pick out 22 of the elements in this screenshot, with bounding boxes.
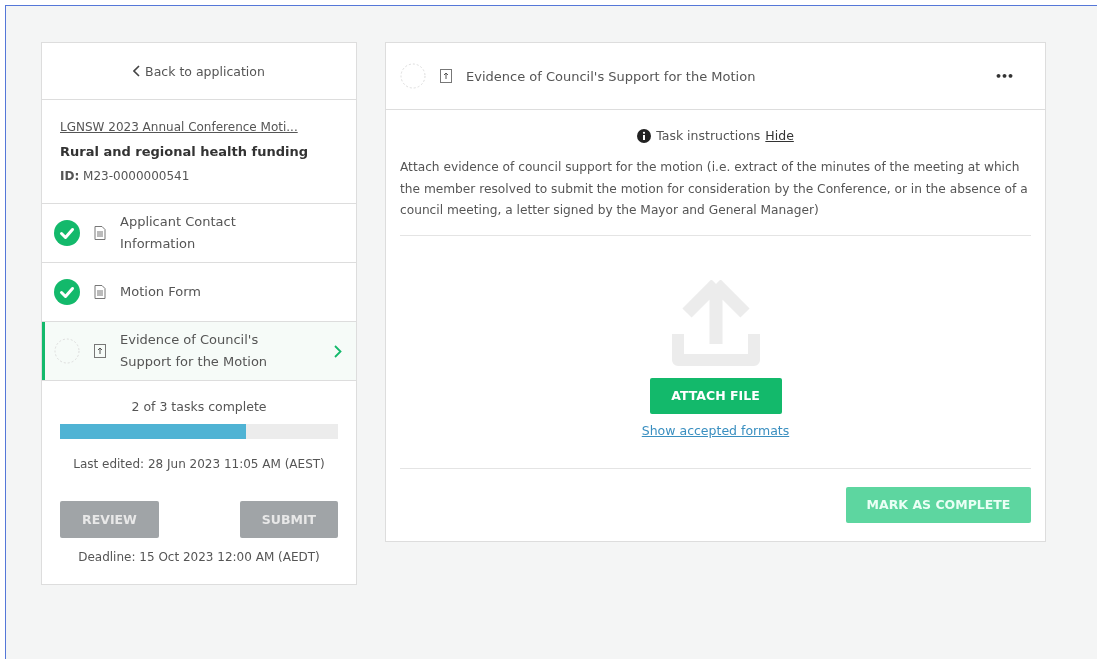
info-icon <box>637 128 652 143</box>
application-link[interactable]: LGNSW 2023 Annual Conference Moti... <box>60 120 338 134</box>
accepted-formats-link[interactable]: Show accepted formats <box>641 422 790 438</box>
more-menu-button[interactable]: ••• <box>992 67 1015 85</box>
back-link[interactable]: Back to application <box>133 63 265 79</box>
instructions-label: Task instructions <box>656 128 761 143</box>
task-item[interactable]: Applicant Contact Information <box>42 204 356 263</box>
document-icon <box>94 285 106 299</box>
document-icon <box>94 226 106 240</box>
chevron-left-icon <box>133 65 141 77</box>
progress-text: 2 of 3 tasks complete <box>131 399 267 414</box>
upload-file-icon <box>94 344 106 358</box>
last-edited-text: Last edited: 28 Jun 2023 11:05 AM (AEST) <box>73 457 325 471</box>
deadline-text: Deadline: 15 Oct 2023 12:00 AM (AEDT) <box>78 550 320 564</box>
instructions-text: Attach evidence of council support for the motion (i.e. extract of the minutes of the meeting at which the member resolved to submit the motion for consideration by the Conference, or in the absence of a council meeting, a letter signed by the Mayor and General Manager) <box>400 157 1031 236</box>
hide-link[interactable]: Hide <box>765 128 794 143</box>
upload-file-icon <box>440 69 452 83</box>
application-id: ID: M23-0000000541 <box>60 169 191 183</box>
chevron-right-icon <box>334 344 342 358</box>
task-item[interactable]: Evidence of Council's Support for the Motion <box>42 322 356 381</box>
task-title: Evidence of Council's Support for the Motion <box>466 68 757 84</box>
application-title: Rural and regional health funding <box>60 144 309 159</box>
